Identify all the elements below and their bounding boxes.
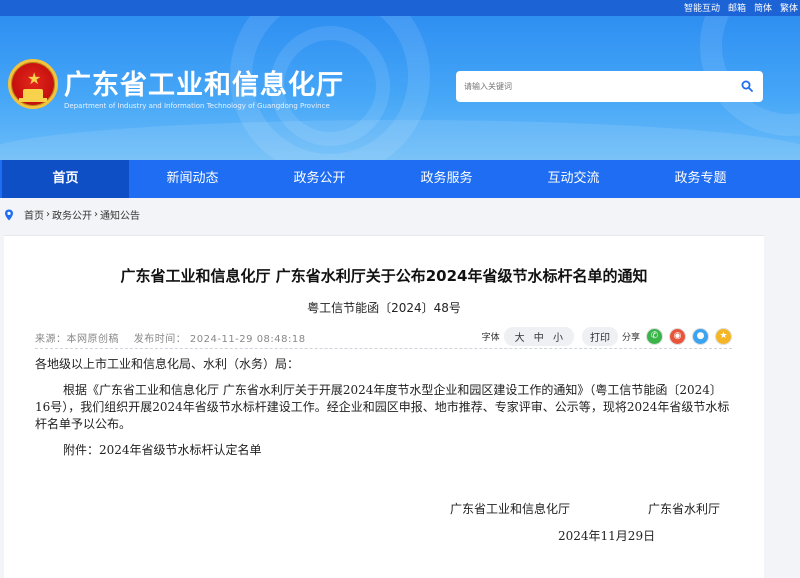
font-size-label: 字体 xyxy=(481,333,500,343)
source-text: 来源：本网原创稿 xyxy=(35,334,119,345)
header-banner: ★ 广东省工业和信息化厅 Department of Industry and … xyxy=(0,16,800,160)
top-link-mail[interactable]: 邮箱 xyxy=(728,1,746,14)
breadcrumb: 首页 › 政务公开 › 通知公告 xyxy=(4,207,142,222)
qq-icon[interactable]: ● xyxy=(692,328,709,345)
top-bar: 智能互动 邮箱 简体 繁体 xyxy=(0,0,800,16)
document-number: 粤工信节能函〔2024〕48号 xyxy=(307,301,461,315)
article-meta: 来源：本网原创稿 发布时间： 2024-11-29 08:48:18 字体 大 … xyxy=(35,327,732,347)
nav-item-news[interactable]: 新闻动态 xyxy=(129,160,256,198)
signer-industry-dept: 广东省工业和信息化厅 xyxy=(450,502,571,516)
search-box xyxy=(456,71,763,102)
top-link-traditional[interactable]: 繁体 xyxy=(780,1,798,14)
emblem-logo[interactable]: ★ xyxy=(8,59,58,109)
article-card: 广东省工业和信息化厅 广东省水利厅关于公布2024年省级节水标杆名单的通知 粤工… xyxy=(4,235,764,578)
top-link-interaction[interactable]: 智能互动 xyxy=(684,1,720,14)
font-size-small[interactable]: 小 xyxy=(553,333,563,344)
star-icon: ★ xyxy=(27,69,42,88)
article-tools: 字体 大 中 小 打印 分享 ✆ ◉ ● ★ xyxy=(482,327,732,346)
greeting: 各地级以上市工业和信息化局、水利（水务）局： xyxy=(35,357,300,371)
search-icon[interactable] xyxy=(741,80,753,92)
article-paragraph: 根据《广东省工业和信息化厅 广东省水利厅关于开展2024年度节水型企业和园区建设… xyxy=(35,383,730,431)
location-pin-icon xyxy=(5,209,13,220)
banner-wave xyxy=(0,120,800,160)
signer-water-dept: 广东省水利厅 xyxy=(648,502,721,516)
print-button[interactable]: 打印 xyxy=(581,327,618,346)
weibo-icon[interactable]: ◉ xyxy=(669,328,686,345)
main-nav: 首页 新闻动态 政务公开 政务服务 互动交流 政务专题 xyxy=(0,160,800,198)
gate-icon xyxy=(23,89,43,98)
breadcrumb-separator: › xyxy=(46,209,50,220)
top-link-simplified[interactable]: 简体 xyxy=(754,1,772,14)
breadcrumb-public-affairs[interactable]: 政务公开 xyxy=(52,207,92,222)
font-size-switcher: 大 中 小 xyxy=(503,327,574,346)
wechat-icon[interactable]: ✆ xyxy=(646,328,663,345)
top-links: 智能互动 邮箱 简体 繁体 xyxy=(684,1,798,14)
site-title[interactable]: 广东省工业和信息化厅 xyxy=(64,63,344,102)
emblem-base xyxy=(19,98,47,102)
article-source: 来源：本网原创稿 发布时间： 2024-11-29 08:48:18 xyxy=(35,330,306,345)
breadcrumb-notices[interactable]: 通知公告 xyxy=(100,207,140,222)
nav-item-public-affairs[interactable]: 政务公开 xyxy=(256,160,383,198)
meta-divider xyxy=(35,348,732,349)
share-label: 分享 xyxy=(621,333,640,343)
search-input[interactable] xyxy=(464,79,724,94)
breadcrumb-home[interactable]: 首页 xyxy=(24,207,44,222)
qzone-icon[interactable]: ★ xyxy=(715,328,732,345)
nav-item-services[interactable]: 政务服务 xyxy=(383,160,510,198)
nav-item-home[interactable]: 首页 xyxy=(2,160,129,198)
nav-item-interaction[interactable]: 互动交流 xyxy=(510,160,637,198)
attachment-link[interactable]: 附件：2024年省级节水标杆认定名单 xyxy=(35,442,735,459)
nav-item-topics[interactable]: 政务专题 xyxy=(637,160,764,198)
article-body: 各地级以上市工业和信息化局、水利（水务）局： 根据《广东省工业和信息化厅 广东省… xyxy=(35,356,735,468)
publish-time: 发布时间： 2024-11-29 08:48:18 xyxy=(133,334,306,345)
issue-date: 2024年11月29日 xyxy=(558,529,656,543)
article-title: 广东省工业和信息化厅 广东省水利厅关于公布2024年省级节水标杆名单的通知 xyxy=(120,267,648,285)
font-size-medium[interactable]: 中 xyxy=(534,333,544,344)
font-size-large[interactable]: 大 xyxy=(515,333,525,344)
breadcrumb-separator: › xyxy=(94,209,98,220)
site-subtitle: Department of Industry and Information T… xyxy=(64,102,330,110)
